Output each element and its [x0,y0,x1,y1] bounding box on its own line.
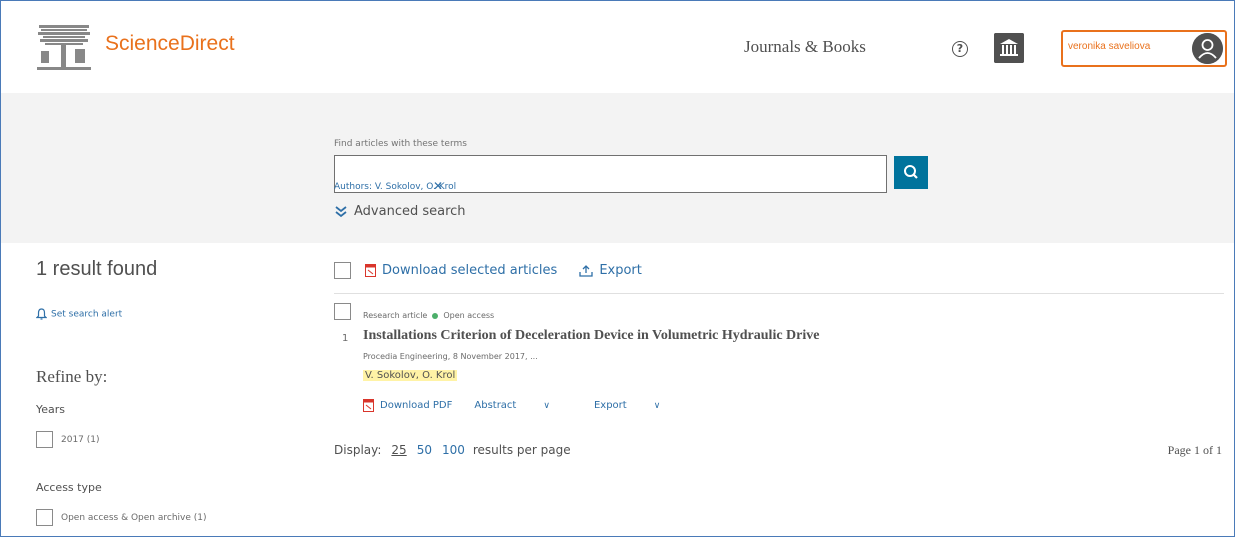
open-access-dot-icon [432,312,439,319]
avatar-icon [1192,33,1223,64]
brand-link[interactable]: ScienceDirect [105,32,235,56]
per-page-100[interactable]: 100 [442,443,465,457]
bell-icon [36,308,47,320]
result-authors: V. Sokolov, O. Krol [363,370,458,381]
export-icon [579,264,593,277]
article-type: Research article [363,311,428,320]
pdf-icon [363,399,374,412]
advanced-search-link[interactable]: Advanced search [334,204,466,219]
download-selected-link[interactable]: Download selected articles [382,263,557,278]
elsevier-logo-icon[interactable] [35,23,93,73]
result-checkbox[interactable] [334,303,351,320]
abstract-toggle[interactable]: Abstract ∨ [474,400,572,411]
user-name: veronika saveliova [1068,41,1151,52]
per-page-50[interactable]: 50 [417,443,432,457]
result-count: 1 result found [36,258,158,280]
page-indicator: Page 1 of 1 [1167,443,1222,457]
abstract-label: Abstract [474,400,517,411]
double-chevron-down-icon [335,205,347,217]
result-title-link[interactable]: Installations Criterion of Deceleration … [363,328,819,344]
search-label: Find articles with these terms [334,139,467,149]
chevron-down-icon: ∨ [543,401,550,411]
refine-title: Refine by: [36,367,108,386]
set-search-alert-label: Set search alert [51,309,123,320]
per-page-25[interactable]: 25 [391,443,406,457]
facet-title-years: Years [36,403,66,416]
checkbox[interactable] [36,431,53,448]
export-label: Export [593,400,627,411]
checkbox[interactable] [36,509,53,526]
set-search-alert-link[interactable]: Set search alert [36,308,122,320]
chevron-down-icon: ∨ [653,401,661,411]
select-all-checkbox[interactable] [334,262,351,279]
journals-books-link[interactable]: Journals & Books [744,37,866,57]
result-source: Procedia Engineering, 8 November 2017, .… [363,352,538,361]
export-dropdown[interactable]: Export ∨ [594,400,682,411]
facet-option-label: Open access & Open archive (1) [61,512,207,523]
export-link[interactable]: Export [599,263,642,278]
per-page-suffix: results per page [472,443,571,457]
divider [334,293,1224,294]
access-label: Open access [443,311,495,320]
institution-icon[interactable] [994,33,1024,63]
result-meta: Research article Open access [363,311,494,320]
download-pdf-link[interactable]: Download PDF [380,400,452,411]
pdf-icon [365,264,376,277]
facet-title-access-type: Access type [36,481,102,494]
remove-filter-icon[interactable]: ✕ [433,179,443,193]
search-button[interactable] [894,156,928,189]
search-icon [904,165,918,179]
advanced-search-label: Advanced search [354,204,466,219]
facet-option-2017[interactable]: 2017 (1) [36,431,100,448]
facet-option-open-access[interactable]: Open access & Open archive (1) [36,509,207,526]
result-index: 1 [342,333,349,344]
user-account-button[interactable]: veronika saveliova [1061,30,1227,67]
result-actions: Download PDF Abstract ∨ Export ∨ [363,399,704,412]
results-toolbar: Download selected articles Export [334,262,642,279]
top-header: ScienceDirect Journals & Books ? veronik… [1,1,1234,93]
results-per-page: Display: 25 50 100 results per page [334,443,571,457]
search-panel: Find articles with these terms Authors: … [1,93,1234,243]
display-label: Display: [334,443,382,457]
help-icon[interactable]: ? [952,41,968,57]
facet-option-label: 2017 (1) [61,434,100,445]
